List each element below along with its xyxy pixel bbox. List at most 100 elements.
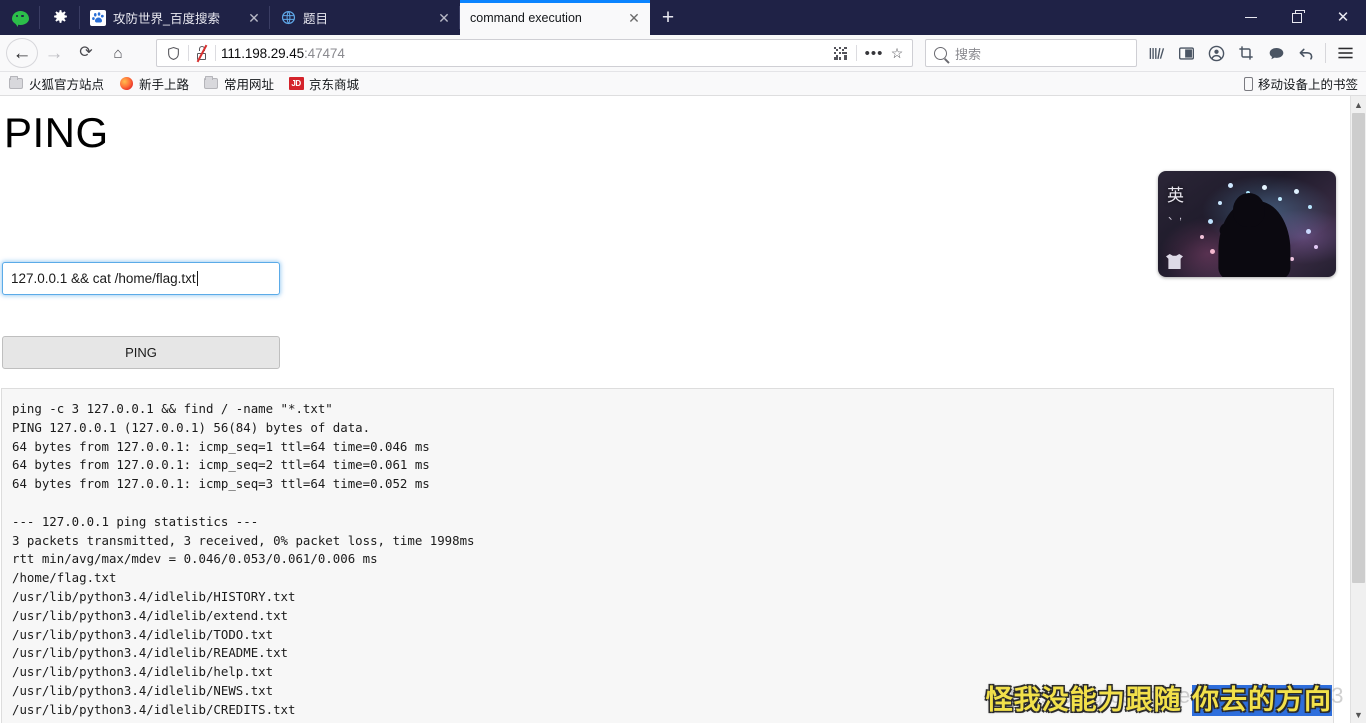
address-bar[interactable]: 111.198.29.45:47474 ••• ☆ — [156, 39, 913, 67]
close-window-button[interactable]: ✕ — [1320, 0, 1366, 35]
tab-close-icon[interactable]: ✕ — [624, 11, 644, 25]
insecure-connection-icon[interactable] — [194, 44, 210, 63]
bookmark-item[interactable]: 常用网址 — [203, 74, 274, 93]
back-button[interactable]: ← — [6, 38, 38, 68]
sidebar-glyph — [1178, 46, 1194, 60]
gear-icon[interactable] — [40, 0, 80, 35]
mobile-bookmarks-item[interactable]: 移动设备上的书签 — [1243, 74, 1358, 93]
account-glyph — [1208, 45, 1224, 61]
jd-icon: JD — [288, 77, 304, 91]
tabbar-spacer — [686, 0, 1228, 35]
screenshot-icon[interactable] — [1231, 39, 1261, 67]
bookmark-item[interactable]: 火狐官方站点 — [8, 74, 104, 93]
search-input[interactable]: 搜索 — [955, 44, 981, 63]
bookmark-item[interactable]: JD 京东商城 — [288, 74, 359, 93]
scroll-down-arrow-icon[interactable]: ▼ — [1351, 706, 1366, 723]
url-text[interactable]: 111.198.29.45:47474 — [221, 46, 829, 61]
globe-icon — [280, 10, 296, 26]
navigation-toolbar: ← → ⟳ ⌂ 111.198.29.45:47474 ••• ☆ 搜索 — [0, 35, 1366, 72]
subtitle-part2: 你去的方向 — [1192, 685, 1332, 716]
hamburger-menu-icon[interactable] — [1330, 39, 1360, 67]
undo-glyph — [1299, 48, 1312, 60]
folder-icon — [203, 76, 219, 91]
tab-title: 题目 — [303, 12, 329, 26]
shield-icon[interactable] — [163, 46, 183, 61]
command-input-value: 127.0.0.1 && cat /home/flag.txt — [11, 271, 196, 286]
shirt-icon — [1166, 254, 1183, 269]
window-controls: ✕ — [1228, 0, 1366, 35]
tab-title: command execution — [470, 10, 582, 25]
new-tab-button[interactable]: + — [650, 0, 686, 35]
shield-glyph — [167, 46, 179, 60]
card-dots-label: 、, — [1168, 210, 1183, 222]
page-viewport: PING 127.0.0.1 && cat /home/flag.txt PIN… — [0, 96, 1366, 723]
video-subtitle: 怪我没能力跟随 你去的方向 — [986, 678, 1332, 717]
jd-logo-text: JD — [288, 77, 304, 90]
decorative-card-image: 英 、, — [1158, 171, 1336, 277]
bookmark-item[interactable]: 新手上路 — [118, 74, 189, 93]
mobile-bookmarks-label: 移动设备上的书签 — [1257, 78, 1358, 92]
home-icon: ⌂ — [113, 44, 123, 62]
url-port: :47474 — [304, 45, 345, 61]
firefox-icon — [118, 77, 134, 91]
scrollbar-track[interactable] — [1351, 113, 1366, 706]
search-bar[interactable]: 搜索 — [925, 39, 1137, 67]
baidu-paw-glyph — [91, 12, 104, 23]
comment-glyph — [1269, 47, 1283, 59]
terminal-output: ping -c 3 127.0.0.1 && find / -name "*.t… — [1, 388, 1334, 723]
baidu-icon — [90, 9, 106, 26]
browser-tab-active[interactable]: command execution ✕ — [460, 0, 650, 35]
vertical-scrollbar[interactable]: ▲ ▼ — [1350, 96, 1366, 723]
search-icon — [934, 46, 947, 60]
home-button[interactable]: ⌂ — [102, 38, 134, 68]
forward-button[interactable]: → — [38, 38, 70, 68]
maximize-button[interactable] — [1274, 0, 1320, 35]
comment-icon[interactable] — [1261, 39, 1291, 67]
arrow-left-icon: ← — [12, 42, 32, 64]
account-icon[interactable] — [1201, 39, 1231, 67]
bookmark-label: 火狐官方站点 — [29, 78, 105, 92]
sidebar-icon[interactable] — [1171, 39, 1201, 67]
scroll-up-arrow-icon[interactable]: ▲ — [1351, 96, 1366, 113]
toolbar-icons — [1141, 39, 1360, 67]
divider — [188, 45, 189, 61]
active-tab-indicator — [460, 0, 650, 3]
tab-close-icon[interactable]: ✕ — [244, 11, 264, 25]
undo-icon[interactable] — [1291, 39, 1321, 67]
browser-tab[interactable]: 题目 ✕ — [270, 0, 460, 35]
library-glyph — [1149, 47, 1164, 59]
folder-icon — [8, 76, 24, 91]
tab-title: 攻防世界_百度搜索 — [113, 12, 220, 26]
page-title: PING — [4, 109, 109, 156]
browser-tab[interactable]: 攻防世界_百度搜索 ✕ — [80, 0, 270, 35]
crop-glyph — [1239, 46, 1253, 60]
page-content: PING 127.0.0.1 && cat /home/flag.txt PIN… — [0, 96, 1350, 723]
globe-glyph — [281, 10, 295, 25]
divider — [1325, 43, 1326, 63]
bookmark-label: 京东商城 — [309, 78, 360, 92]
card-character-label: 英 — [1167, 186, 1184, 206]
browser-tab-bar: 攻防世界_百度搜索 ✕ 题目 ✕ command execution ✕ + ✕ — [0, 0, 1366, 35]
page-actions-icon[interactable]: ••• — [862, 45, 886, 62]
bookmarks-bar: 火狐官方站点 新手上路 常用网址 JD 京东商城 移动设备上的书签 — [0, 72, 1366, 96]
bookmark-label: 新手上路 — [139, 78, 190, 92]
reload-button[interactable]: ⟳ — [70, 38, 102, 68]
library-icon[interactable] — [1141, 39, 1171, 67]
divider — [856, 45, 857, 61]
ping-submit-button[interactable]: PING — [2, 336, 280, 369]
hamburger-glyph — [1337, 47, 1353, 59]
text-caret — [196, 271, 198, 286]
subtitle-part1: 怪我没能力跟随 — [985, 685, 1192, 716]
minimize-button[interactable] — [1228, 0, 1274, 35]
scrollbar-thumb[interactable] — [1352, 113, 1365, 583]
bookmark-label: 常用网址 — [224, 78, 275, 92]
tab-close-icon[interactable]: ✕ — [434, 11, 454, 25]
wechat-icon[interactable] — [0, 0, 40, 35]
arrow-right-icon: → — [44, 42, 64, 64]
gear-glyph — [53, 10, 67, 23]
command-input[interactable]: 127.0.0.1 && cat /home/flag.txt — [2, 262, 280, 295]
reload-icon: ⟳ — [79, 44, 93, 61]
qr-code-icon[interactable] — [829, 46, 851, 60]
bookmark-star-icon[interactable]: ☆ — [886, 45, 908, 62]
silhouette-head — [1232, 193, 1265, 227]
